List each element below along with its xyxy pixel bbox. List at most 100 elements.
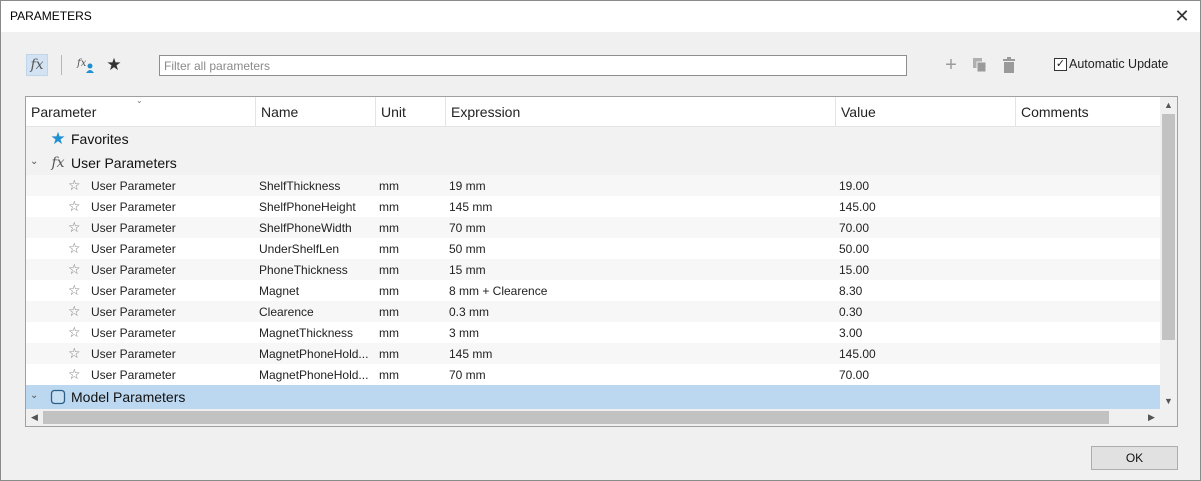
- parameter-expression-cell[interactable]: 70 mm: [449, 221, 829, 235]
- group-user-parameters[interactable]: ⌄ fx User Parameters: [26, 151, 1160, 175]
- group-model-parameters[interactable]: ⌄ Model Parameters: [26, 385, 1160, 409]
- favorite-star-icon[interactable]: ☆: [68, 324, 81, 340]
- parameter-name-cell[interactable]: ShelfPhoneWidth: [259, 221, 374, 235]
- column-header-name[interactable]: Name: [256, 97, 376, 127]
- parameter-name-cell[interactable]: Clearence: [259, 305, 374, 319]
- parameter-value-cell[interactable]: 50.00: [839, 242, 1009, 256]
- user-parameters-filter-icon[interactable]: fx: [75, 54, 97, 76]
- parameter-unit-cell[interactable]: mm: [379, 263, 439, 277]
- table-header: ⌄ Parameter Name Unit Expression Value C…: [26, 97, 1160, 127]
- fx-user-icon: fx: [76, 58, 94, 73]
- table-row[interactable]: ☆ User Parameter UnderShelfLen mm 50 mm 50.00: [26, 238, 1160, 259]
- table-row[interactable]: ☆ User Parameter Clearence mm 0.3 mm 0.30: [26, 301, 1160, 322]
- parameter-type-cell: User Parameter: [91, 326, 176, 340]
- parameter-unit-cell[interactable]: mm: [379, 284, 439, 298]
- favorite-star-icon[interactable]: ☆: [68, 219, 81, 235]
- parameter-unit-cell[interactable]: mm: [379, 242, 439, 256]
- horizontal-scrollbar[interactable]: ◀ ▶: [26, 409, 1160, 426]
- column-header-comments[interactable]: Comments: [1016, 97, 1160, 127]
- parameter-type-cell: User Parameter: [91, 200, 176, 214]
- column-header-unit[interactable]: Unit: [376, 97, 446, 127]
- parameter-expression-cell[interactable]: 0.3 mm: [449, 305, 829, 319]
- parameter-value-cell[interactable]: 0.30: [839, 305, 1009, 319]
- filter-input[interactable]: [159, 55, 907, 76]
- parameter-name-cell[interactable]: ShelfThickness: [259, 179, 374, 193]
- group-favorites[interactable]: ★ Favorites: [26, 127, 1160, 151]
- favorite-star-icon[interactable]: ☆: [68, 261, 81, 277]
- add-parameter-icon[interactable]: +: [940, 54, 962, 76]
- favorite-star-icon[interactable]: ☆: [68, 282, 81, 298]
- parameter-unit-cell[interactable]: mm: [379, 326, 439, 340]
- parameter-value-cell[interactable]: 70.00: [839, 221, 1009, 235]
- parameter-expression-cell[interactable]: 70 mm: [449, 368, 829, 382]
- parameter-expression-cell[interactable]: 3 mm: [449, 326, 829, 340]
- parameter-unit-cell[interactable]: mm: [379, 368, 439, 382]
- automatic-update-toggle[interactable]: ✓ Automatic Update: [1054, 57, 1168, 71]
- parameter-value-cell[interactable]: 145.00: [839, 347, 1009, 361]
- favorite-star-icon[interactable]: ☆: [68, 366, 81, 382]
- parameter-name-cell[interactable]: ShelfPhoneHeight: [259, 200, 374, 214]
- parameter-type-cell: User Parameter: [91, 179, 176, 193]
- table-row[interactable]: ☆ User Parameter Magnet mm 8 mm + Clearence 8…: [26, 280, 1160, 301]
- parameter-expression-cell[interactable]: 8 mm + Clearence: [449, 284, 829, 298]
- parameter-unit-cell[interactable]: mm: [379, 221, 439, 235]
- table-row[interactable]: ☆ User Parameter ShelfPhoneWidth mm 70 mm 70.…: [26, 217, 1160, 238]
- parameter-name-cell[interactable]: UnderShelfLen: [259, 242, 374, 256]
- vertical-scrollbar[interactable]: ▲ ▼: [1160, 97, 1177, 410]
- parameter-name-cell[interactable]: Magnet: [259, 284, 374, 298]
- favorite-star-icon[interactable]: ☆: [68, 198, 81, 214]
- parameter-unit-cell[interactable]: mm: [379, 200, 439, 214]
- column-header-parameter[interactable]: ⌄ Parameter: [26, 97, 256, 127]
- parameter-unit-cell[interactable]: mm: [379, 179, 439, 193]
- close-button[interactable]: ✕: [1171, 5, 1193, 27]
- vertical-scroll-thumb[interactable]: [1162, 114, 1175, 340]
- parameter-value-cell[interactable]: 70.00: [839, 368, 1009, 382]
- ok-button[interactable]: OK: [1091, 446, 1178, 470]
- automatic-update-checkbox[interactable]: ✓: [1054, 57, 1067, 71]
- column-header-expression[interactable]: Expression: [446, 97, 836, 127]
- favorite-star-icon[interactable]: ☆: [68, 240, 81, 256]
- parameter-name-cell[interactable]: PhoneThickness: [259, 263, 374, 277]
- favorite-star-icon[interactable]: ☆: [68, 303, 81, 319]
- title-bar: PARAMETERS ✕: [1, 1, 1200, 32]
- parameter-name-cell[interactable]: MagnetThickness: [259, 326, 374, 340]
- parameter-value-cell[interactable]: 15.00: [839, 263, 1009, 277]
- scroll-right-icon[interactable]: ▶: [1143, 409, 1160, 426]
- collapse-chevron-icon[interactable]: ⌄: [30, 390, 38, 401]
- scroll-up-icon[interactable]: ▲: [1160, 97, 1177, 114]
- parameter-expression-cell[interactable]: 145 mm: [449, 347, 829, 361]
- parameter-expression-cell[interactable]: 50 mm: [449, 242, 829, 256]
- fx-parameters-icon[interactable]: fx: [26, 54, 48, 76]
- parameter-unit-cell[interactable]: mm: [379, 305, 439, 319]
- scroll-left-icon[interactable]: ◀: [26, 409, 43, 426]
- trash-icon: [1003, 57, 1015, 73]
- parameter-expression-cell[interactable]: 145 mm: [449, 200, 829, 214]
- parameter-value-cell[interactable]: 145.00: [839, 200, 1009, 214]
- parameter-expression-cell[interactable]: 19 mm: [449, 179, 829, 193]
- parameter-value-cell[interactable]: 3.00: [839, 326, 1009, 340]
- parameter-type-cell: User Parameter: [91, 221, 176, 235]
- table-row[interactable]: ☆ User Parameter MagnetThickness mm 3 mm 3.00: [26, 322, 1160, 343]
- table-row[interactable]: ☆ User Parameter MagnetPhoneHold... mm 145 m…: [26, 343, 1160, 364]
- copy-parameter-icon[interactable]: [969, 54, 991, 76]
- horizontal-scroll-thumb[interactable]: [43, 411, 1109, 424]
- parameter-value-cell[interactable]: 8.30: [839, 284, 1009, 298]
- favorite-star-icon[interactable]: ☆: [68, 345, 81, 361]
- parameter-type-cell: User Parameter: [91, 263, 176, 277]
- table-row[interactable]: ☆ User Parameter ShelfThickness mm 19 mm 19.0…: [26, 175, 1160, 196]
- parameters-dialog: PARAMETERS ✕ fx fx ★ +: [0, 0, 1201, 481]
- scroll-down-icon[interactable]: ▼: [1160, 393, 1177, 410]
- parameter-name-cell[interactable]: MagnetPhoneHold...: [259, 368, 374, 382]
- table-row[interactable]: ☆ User Parameter MagnetPhoneHold... mm 70 mm…: [26, 364, 1160, 385]
- favorite-star-icon[interactable]: ☆: [68, 177, 81, 193]
- delete-parameter-icon[interactable]: [998, 54, 1020, 76]
- parameter-unit-cell[interactable]: mm: [379, 347, 439, 361]
- table-row[interactable]: ☆ User Parameter ShelfPhoneHeight mm 145 mm 1…: [26, 196, 1160, 217]
- parameter-name-cell[interactable]: MagnetPhoneHold...: [259, 347, 374, 361]
- collapse-chevron-icon[interactable]: ⌄: [30, 156, 38, 167]
- parameter-expression-cell[interactable]: 15 mm: [449, 263, 829, 277]
- favorites-filter-icon[interactable]: ★: [103, 54, 125, 76]
- column-header-value[interactable]: Value: [836, 97, 1016, 127]
- parameter-value-cell[interactable]: 19.00: [839, 179, 1009, 193]
- table-row[interactable]: ☆ User Parameter PhoneThickness mm 15 mm 15.0…: [26, 259, 1160, 280]
